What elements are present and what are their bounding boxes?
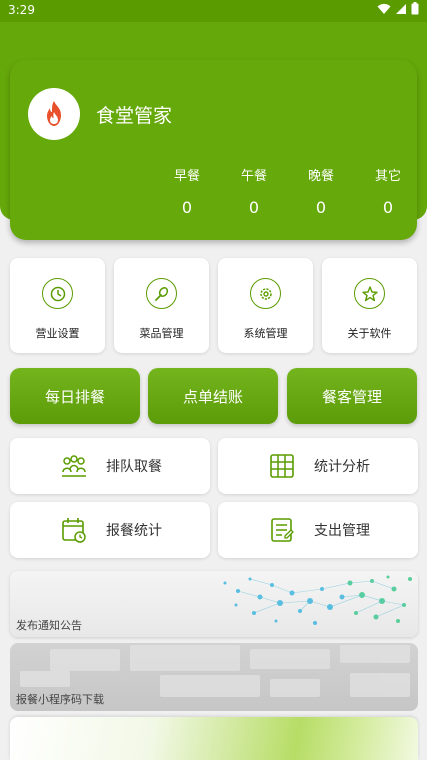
expense-management-button[interactable]: 支出管理 [218,502,418,558]
status-bar: 3:29 [0,0,427,22]
order-checkout-button[interactable]: 点单结账 [148,368,278,424]
diner-management-button[interactable]: 餐客管理 [287,368,417,424]
tile-label: 菜品管理 [139,327,184,340]
meal-label: 晚餐 [307,169,334,184]
tile-label: 系统管理 [243,327,288,340]
gear-icon [250,278,281,309]
meal-stat-lunch: 午餐 0 [224,165,284,217]
menu-dish-management[interactable]: 菜品管理 [114,258,209,353]
meal-count: 0 [382,198,394,217]
daily-meal-plan-button[interactable]: 每日排餐 [10,368,140,424]
announcement-banner[interactable]: 发布通知公告 [10,571,418,637]
banner-label: 发布通知公告 [16,619,82,632]
meal-report-statistics-button[interactable]: 报餐统计 [10,502,210,558]
row-label: 排队取餐 [106,459,162,475]
meal-stat-breakfast: 早餐 0 [157,165,217,217]
meal-label: 早餐 [173,169,200,184]
tile-label: 关于软件 [347,327,392,340]
signal-icon [396,3,406,14]
meal-label: 午餐 [240,169,267,184]
promo-banner[interactable] [10,717,418,760]
row-label: 支出管理 [314,523,370,539]
row-label: 报餐统计 [106,523,162,539]
status-icons [377,2,419,15]
menu-about-software[interactable]: 关于软件 [322,258,417,353]
calendar-clock-icon [62,518,86,543]
meal-count: 0 [315,198,327,217]
table-grid-icon [270,454,294,478]
menu-business-settings[interactable]: 营业设置 [10,258,105,353]
row-label: 统计分析 [314,459,370,475]
meal-label: 其它 [374,169,401,184]
wifi-icon [377,3,391,14]
clock-icon [42,278,73,309]
statistics-analysis-button[interactable]: 统计分析 [218,438,418,494]
app-title: 食堂管家 [96,105,173,127]
menu-system-management[interactable]: 系统管理 [218,258,313,353]
header-card: 食堂管家 早餐 0 午餐 0 晚餐 0 其它 0 [10,60,417,240]
meal-count: 0 [181,198,193,217]
app-logo [28,88,80,140]
meal-stat-other: 其它 0 [358,165,418,217]
meal-stat-dinner: 晚餐 0 [291,165,351,217]
status-time: 3:29 [8,3,35,17]
flame-icon [47,101,61,126]
queue-people-icon [62,455,86,477]
star-icon [354,278,385,309]
food-icon [146,278,177,309]
tile-label: 营业设置 [35,327,80,340]
banner-label: 报餐小程序码下载 [16,693,104,706]
queue-pickup-button[interactable]: 排队取餐 [10,438,210,494]
battery-icon [411,2,419,15]
mini-program-code-banner[interactable]: 报餐小程序码下载 [10,643,418,711]
meal-count: 0 [248,198,260,217]
document-icon [271,518,294,542]
